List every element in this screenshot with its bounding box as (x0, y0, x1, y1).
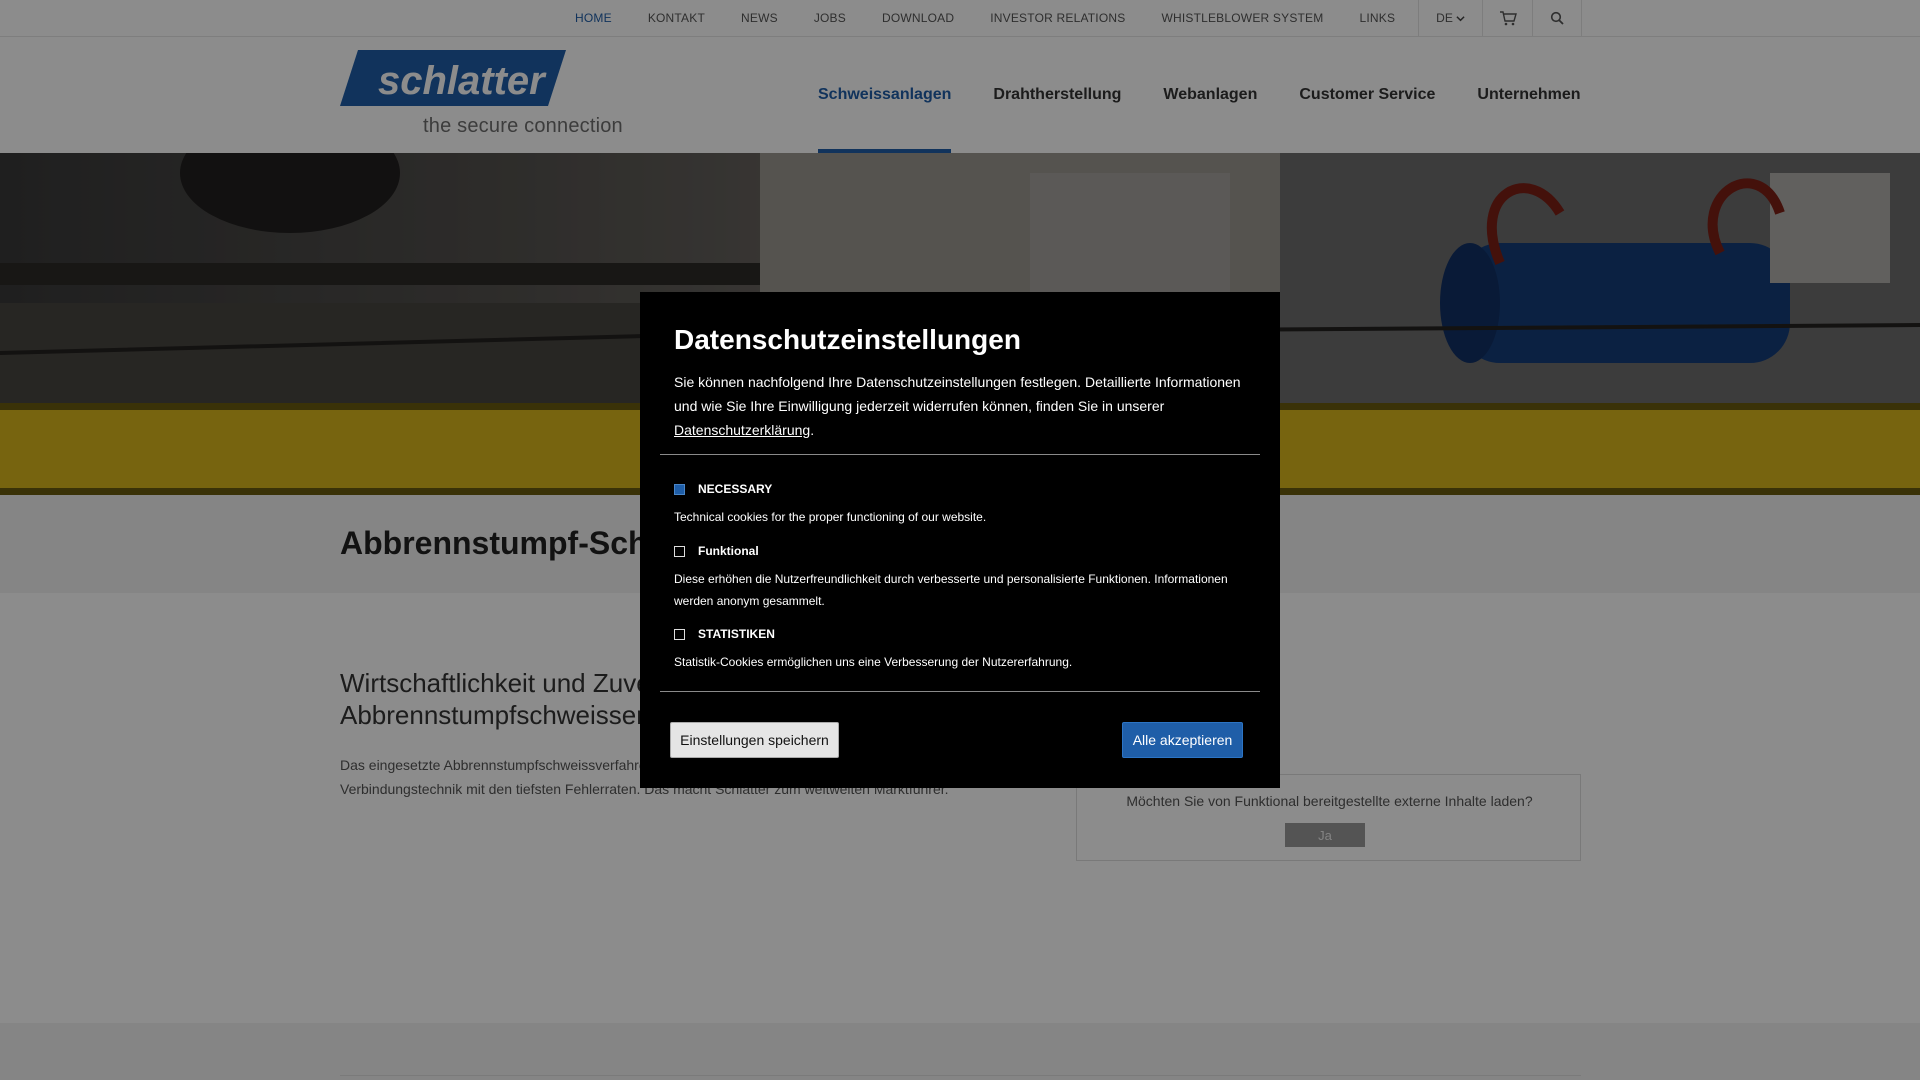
dialog-title: Datenschutzeinstellungen (674, 324, 1021, 355)
funktional-checkbox[interactable] (674, 545, 685, 557)
dialog-intro: Sie können nachfolgend Ihre Datenschutze… (674, 370, 1244, 442)
accept-all-button[interactable]: Alle akzeptieren (1122, 722, 1243, 758)
dialog-intro-text: Sie können nachfolgend Ihre Datenschutze… (674, 374, 1241, 414)
privacy-settings-dialog: Datenschutzeinstellungen Sie können nach… (640, 292, 1280, 788)
funktional-label: Funktional (698, 544, 759, 558)
statistiken-checkbox[interactable] (674, 628, 685, 640)
necessary-checkbox[interactable] (674, 483, 685, 495)
privacy-policy-link[interactable]: Datenschutzerklärung (674, 422, 810, 438)
save-settings-button[interactable]: Einstellungen speichern (670, 722, 839, 758)
option-statistiken: STATISTIKEN Statistik-Cookies ermögliche… (674, 627, 1234, 673)
dialog-divider-top (660, 454, 1260, 455)
statistiken-description: Statistik-Cookies ermöglichen uns eine V… (674, 655, 1073, 669)
necessary-description: Technical cookies for the proper functio… (674, 510, 987, 524)
necessary-label: NECESSARY (698, 482, 773, 496)
dialog-intro-end: . (810, 422, 815, 438)
option-necessary: NECESSARY Technical cookies for the prop… (674, 482, 1234, 528)
dialog-divider-bottom (660, 691, 1260, 692)
statistiken-label: STATISTIKEN (698, 627, 775, 641)
option-funktional: Funktional Diese erhöhen die Nutzerfreun… (674, 544, 1234, 612)
funktional-description: Diese erhöhen die Nutzerfreundlichkeit d… (674, 572, 1228, 608)
